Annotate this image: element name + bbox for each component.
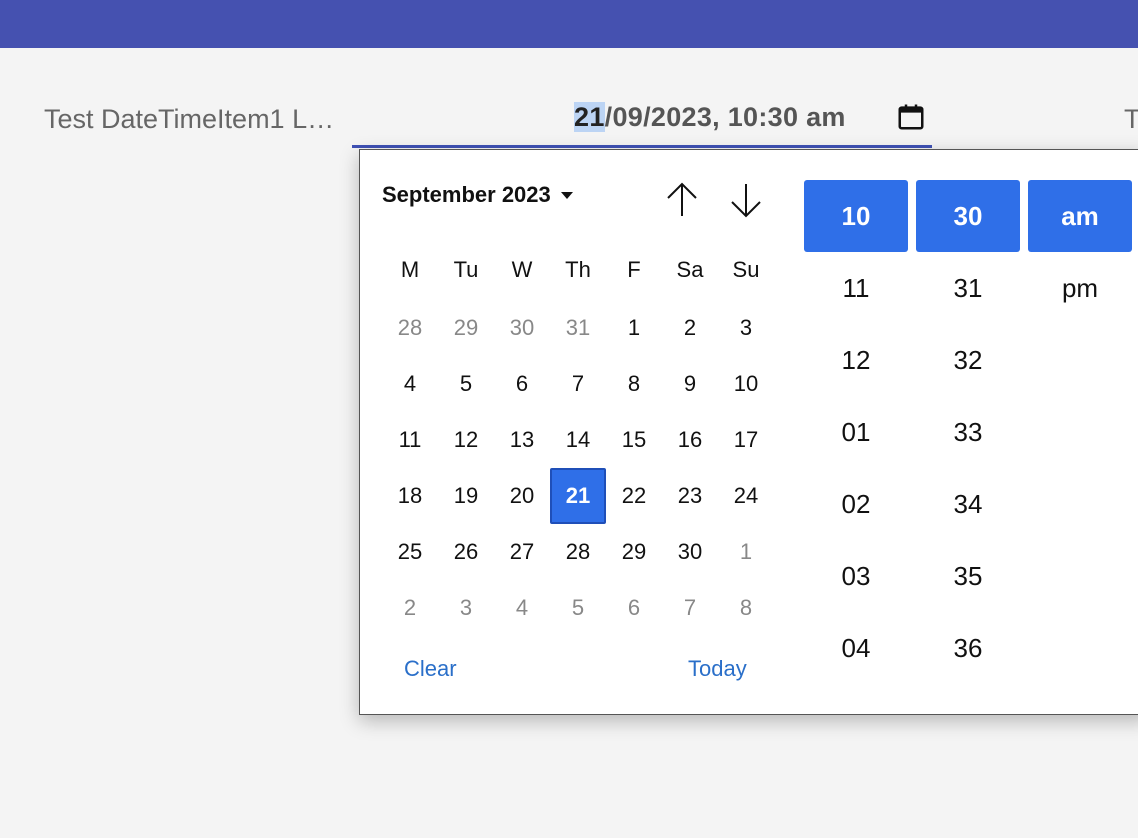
- day-cell[interactable]: 30: [494, 300, 550, 356]
- datetime-rest-segment[interactable]: /09/2023, 10:30 am: [605, 102, 846, 132]
- day-cell[interactable]: 1: [718, 524, 774, 580]
- day-segment[interactable]: 21: [574, 102, 605, 132]
- day-cell[interactable]: 10: [718, 356, 774, 412]
- day-cell[interactable]: 4: [382, 356, 438, 412]
- day-cell[interactable]: 15: [606, 412, 662, 468]
- day-cell[interactable]: 13: [494, 412, 550, 468]
- day-cell[interactable]: 20: [494, 468, 550, 524]
- day-cell[interactable]: 14: [550, 412, 606, 468]
- hour-option[interactable]: 01: [804, 396, 908, 468]
- weekday-label: W: [511, 257, 533, 282]
- minute-selected[interactable]: 30: [916, 180, 1020, 252]
- day-cell[interactable]: 5: [438, 356, 494, 412]
- hour-option[interactable]: 12: [804, 324, 908, 396]
- calendar-icon[interactable]: [896, 102, 926, 132]
- minute-option[interactable]: 33: [916, 396, 1020, 468]
- day-cell[interactable]: 12: [438, 412, 494, 468]
- day-cell[interactable]: 7: [550, 356, 606, 412]
- minute-option[interactable]: 32: [916, 324, 1020, 396]
- next-field-label: T: [1124, 104, 1138, 134]
- today-button[interactable]: Today: [688, 656, 747, 682]
- day-cell[interactable]: 29: [606, 524, 662, 580]
- day-cell[interactable]: 2: [382, 580, 438, 636]
- day-cell[interactable]: 4: [494, 580, 550, 636]
- day-cell[interactable]: 16: [662, 412, 718, 468]
- day-cell[interactable]: 24: [718, 468, 774, 524]
- day-cell[interactable]: 23: [662, 468, 718, 524]
- hour-option[interactable]: 03: [804, 540, 908, 612]
- minute-option[interactable]: 34: [916, 468, 1020, 540]
- month-year-label: September 2023: [382, 182, 551, 207]
- hour-option[interactable]: 04: [804, 612, 908, 684]
- weekday-label: Tu: [453, 257, 479, 282]
- previous-month-arrow-up-icon[interactable]: [662, 178, 702, 222]
- day-cell[interactable]: 3: [438, 580, 494, 636]
- day-cell[interactable]: 27: [494, 524, 550, 580]
- day-cell[interactable]: 31: [550, 300, 606, 356]
- day-cell[interactable]: 26: [438, 524, 494, 580]
- minute-option[interactable]: 31: [916, 252, 1020, 324]
- day-cell[interactable]: 7: [662, 580, 718, 636]
- day-cell[interactable]: 25: [382, 524, 438, 580]
- day-cell[interactable]: 2: [662, 300, 718, 356]
- weekday-label: Th: [565, 257, 591, 282]
- day-cell[interactable]: 8: [606, 356, 662, 412]
- weekday-label: M: [400, 257, 420, 282]
- day-cell[interactable]: 28: [550, 524, 606, 580]
- ampm-selected[interactable]: am: [1028, 180, 1132, 252]
- day-cell[interactable]: 1: [606, 300, 662, 356]
- hour-selected[interactable]: 10: [804, 180, 908, 252]
- datetime-input[interactable]: 21/09/2023, 10:30 am: [352, 96, 932, 148]
- day-cell[interactable]: 9: [662, 356, 718, 412]
- ampm-option[interactable]: pm: [1028, 252, 1132, 324]
- next-month-arrow-down-icon[interactable]: [726, 178, 766, 222]
- day-cell[interactable]: 3: [718, 300, 774, 356]
- clear-button[interactable]: Clear: [404, 656, 457, 682]
- datetime-field-label: Test DateTimeItem1 L…: [44, 104, 335, 134]
- minute-option[interactable]: 36: [916, 612, 1020, 684]
- hour-option[interactable]: 02: [804, 468, 908, 540]
- day-cell[interactable]: 28: [382, 300, 438, 356]
- app-header-bar: [0, 0, 1138, 48]
- weekday-label: Su: [732, 257, 760, 282]
- caret-down-icon: [560, 191, 573, 199]
- day-cell-selected[interactable]: 21: [550, 468, 606, 524]
- day-cell[interactable]: 19: [438, 468, 494, 524]
- day-cell[interactable]: 22: [606, 468, 662, 524]
- weekday-label: Sa: [676, 257, 704, 282]
- day-cell[interactable]: 18: [382, 468, 438, 524]
- month-year-selector[interactable]: September 2023: [382, 182, 573, 208]
- day-cell[interactable]: 30: [662, 524, 718, 580]
- day-cell[interactable]: 17: [718, 412, 774, 468]
- weekday-label: F: [627, 257, 641, 282]
- day-cell[interactable]: 6: [606, 580, 662, 636]
- day-cell[interactable]: 5: [550, 580, 606, 636]
- day-cell[interactable]: 29: [438, 300, 494, 356]
- datetime-picker-popup: September 2023 M Tu W Th F Sa Su 28 29 30 31 1 2 3 4 5…: [359, 149, 1138, 715]
- hour-option[interactable]: 11: [804, 252, 908, 324]
- day-cell[interactable]: 8: [718, 580, 774, 636]
- day-cell[interactable]: 11: [382, 412, 438, 468]
- minute-option[interactable]: 35: [916, 540, 1020, 612]
- day-cell[interactable]: 6: [494, 356, 550, 412]
- datetime-input-value[interactable]: 21/09/2023, 10:30 am: [574, 102, 846, 133]
